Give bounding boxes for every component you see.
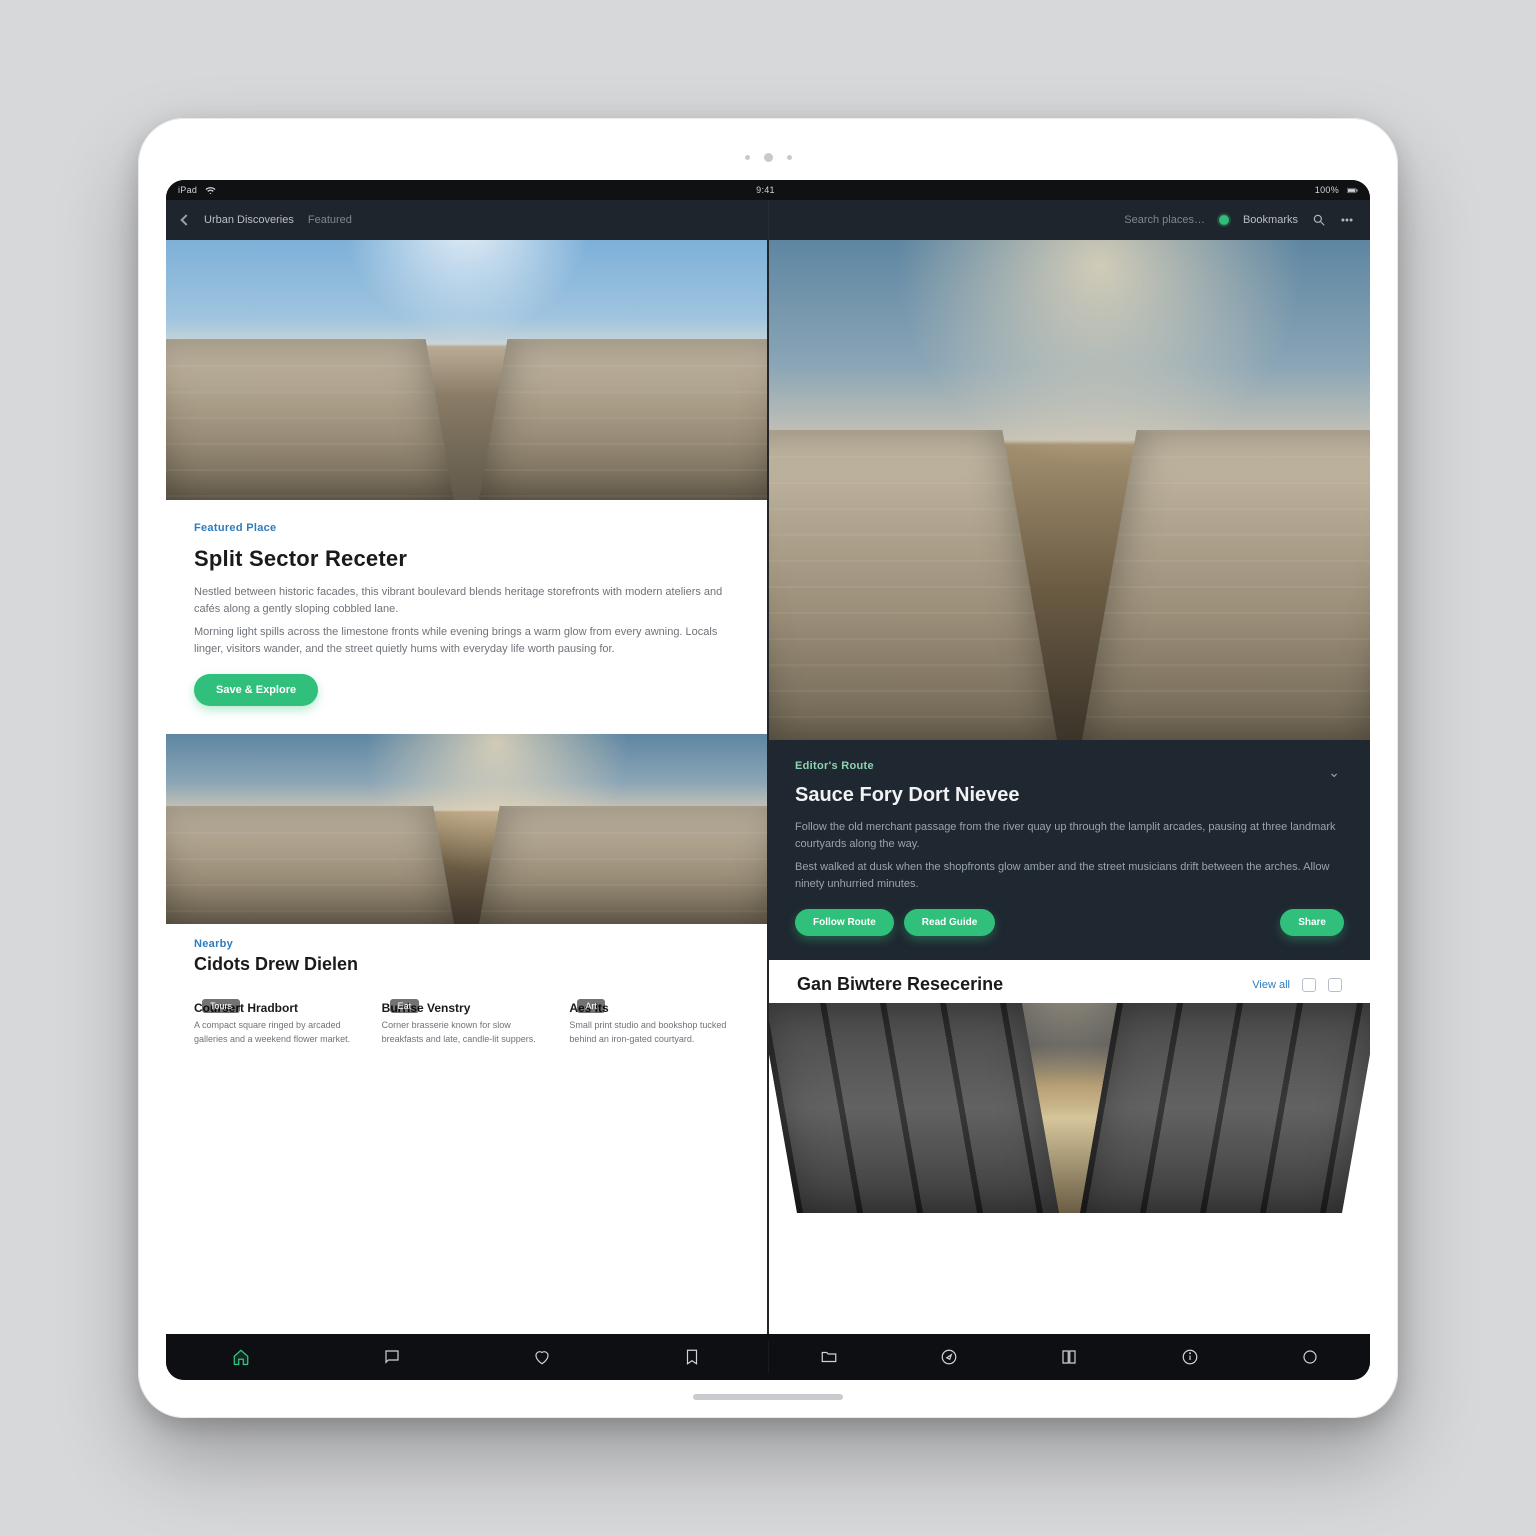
collapse-icon[interactable]: ⌄ — [1328, 764, 1340, 781]
panel-eyebrow: Editor's Route — [795, 760, 874, 772]
tablet-frame: iPad 9:41 100% Urban Discoveries Feature… — [138, 118, 1398, 1418]
panel-title: Sauce Fory Dort Nievee — [795, 784, 1344, 807]
card-tag: Art — [577, 999, 605, 1013]
bottom-nav — [166, 1334, 1370, 1380]
top-bar: Urban Discoveries Featured Search places… — [166, 200, 1370, 240]
nav-circle[interactable] — [1294, 1341, 1326, 1373]
grid-view-icon[interactable] — [1302, 978, 1316, 992]
card-tag: Eat — [390, 999, 420, 1013]
left-pane: Featured Place Split Sector Receter Nest… — [166, 240, 767, 1334]
breadcrumb[interactable]: Featured — [308, 214, 352, 226]
left-hero-image[interactable] — [166, 240, 767, 500]
wifi-icon — [205, 185, 216, 196]
feature-panel: Editor's Route ⌄ Sauce Fory Dort Nievee … — [769, 740, 1370, 960]
card-item[interactable]: Art Aes Its Small print studio and books… — [569, 991, 739, 1046]
battery-icon — [1347, 185, 1358, 196]
card-sub: A compact square ringed by arcaded galle… — [194, 1019, 364, 1046]
section-eyebrow: Nearby — [194, 938, 358, 950]
search-icon[interactable] — [1312, 213, 1326, 227]
card-sub: Corner brasserie known for slow breakfas… — [382, 1019, 552, 1046]
more-icon[interactable] — [1340, 213, 1354, 227]
bookmarks-link[interactable]: Bookmarks — [1243, 214, 1298, 226]
search-placeholder[interactable]: Search places… — [1124, 214, 1205, 226]
app-title: Urban Discoveries — [204, 214, 294, 226]
nav-compass[interactable] — [933, 1341, 965, 1373]
follow-route-button[interactable]: Follow Route — [795, 909, 894, 936]
card-tag: Tours — [202, 999, 240, 1013]
left-secondary-image[interactable] — [166, 734, 767, 924]
nav-folder[interactable] — [813, 1341, 845, 1373]
read-guide-button[interactable]: Read Guide — [904, 909, 996, 936]
article-eyebrow: Featured Place — [194, 522, 739, 534]
section-title: Cidots Drew Dielen — [194, 954, 358, 975]
online-status-icon — [1219, 215, 1229, 225]
nav-home[interactable] — [225, 1341, 257, 1373]
screen: iPad 9:41 100% Urban Discoveries Feature… — [166, 180, 1370, 1380]
share-button[interactable]: Share — [1280, 909, 1344, 936]
nav-heart[interactable] — [526, 1341, 558, 1373]
article-headline: Split Sector Receter — [194, 546, 739, 572]
status-bar: iPad 9:41 100% — [166, 180, 1370, 200]
status-time: 9:41 — [756, 185, 775, 195]
home-indicator[interactable] — [693, 1394, 843, 1400]
back-icon[interactable] — [180, 214, 191, 225]
nav-bookmark[interactable] — [676, 1341, 708, 1373]
panel-body: Follow the old merchant passage from the… — [795, 819, 1344, 893]
status-carrier: iPad — [178, 185, 197, 195]
card-sub: Small print studio and bookshop tucked b… — [569, 1019, 739, 1046]
list-view-icon[interactable] — [1328, 978, 1342, 992]
right-hero-image[interactable] — [769, 240, 1370, 740]
right-pane: Editor's Route ⌄ Sauce Fory Dort Nievee … — [767, 240, 1370, 1334]
right-wide-image[interactable] — [797, 1003, 1342, 1213]
save-explore-button[interactable]: Save & Explore — [194, 674, 318, 706]
nav-info[interactable] — [1174, 1341, 1206, 1373]
view-all-link[interactable]: View all — [1252, 979, 1290, 991]
status-battery-pct: 100% — [1315, 185, 1339, 195]
article-body: Nestled between historic facades, this v… — [194, 584, 739, 658]
nav-book[interactable] — [1053, 1341, 1085, 1373]
device-camera-bar — [745, 146, 792, 168]
card-row: Tours Coursert Hradbort A compact square… — [166, 983, 767, 1066]
card-item[interactable]: Eat Burrise Venstry Corner brasserie kno… — [382, 991, 552, 1046]
right-section-title: Gan Biwtere Resecerine — [797, 974, 1003, 995]
card-item[interactable]: Tours Coursert Hradbort A compact square… — [194, 991, 364, 1046]
nav-chat[interactable] — [376, 1341, 408, 1373]
